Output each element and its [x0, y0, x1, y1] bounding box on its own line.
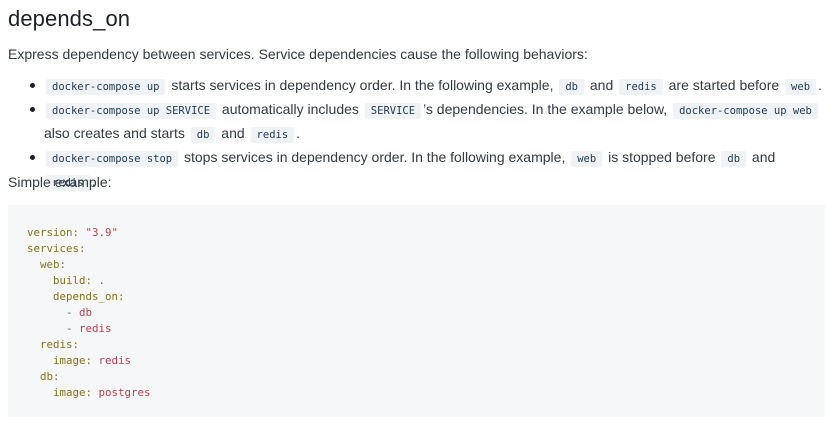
behavior-list: docker-compose up starts services in dep…: [8, 74, 825, 194]
yaml-key: version:: [27, 226, 80, 239]
bullet-text: automatically includes: [218, 101, 363, 117]
yaml-punct: .: [92, 274, 106, 287]
yaml-punct: -: [27, 306, 80, 319]
yaml-key: web:: [40, 258, 67, 271]
yaml-key: build:: [53, 274, 93, 287]
yaml-key: image:: [53, 354, 93, 367]
yaml-key: image:: [53, 386, 93, 399]
code-block: version: "3.9" services: web: build: . d…: [8, 205, 825, 417]
bullet-text: are started before: [664, 77, 784, 93]
inline-code: db: [190, 127, 216, 143]
list-item: docker-compose up SERVICE automatically …: [8, 98, 825, 146]
bullet-text: also creates and starts: [44, 125, 189, 141]
list-item: docker-compose up starts services in dep…: [8, 74, 825, 98]
inline-code: web: [785, 79, 817, 95]
bullet-text: starts services in dependency order. In …: [167, 77, 558, 93]
example-label: Simple example:: [8, 174, 112, 190]
yaml-punct: -: [27, 322, 80, 335]
inline-code: SERVICE: [364, 103, 422, 119]
bullet-text: and: [217, 125, 249, 141]
inline-code: docker-compose up: [46, 79, 166, 95]
bullet-text: and: [748, 149, 776, 165]
inline-code: db: [721, 151, 747, 167]
yaml-value: postgres: [98, 386, 151, 399]
yaml-key: depends_on:: [53, 290, 125, 303]
code-content: version: "3.9" services: web: build: . d…: [27, 226, 151, 399]
bullet-text: and: [586, 77, 618, 93]
bullet-text: ’s dependencies. In the example below,: [423, 101, 672, 117]
inline-code: web: [571, 151, 603, 167]
yaml-value: db: [79, 306, 93, 319]
yaml-key: db:: [40, 370, 60, 383]
intro-paragraph: Express dependency between services. Ser…: [8, 46, 588, 62]
inline-code: redis: [619, 79, 663, 95]
bullet-text: .: [296, 125, 301, 141]
yaml-punct: [27, 274, 53, 287]
bullet-text: stops services in dependency order. In t…: [180, 149, 570, 165]
yaml-punct: [27, 354, 53, 367]
yaml-punct: [27, 338, 40, 351]
yaml-punct: [27, 370, 40, 383]
yaml-value: redis: [98, 354, 132, 367]
bullet-text: is stopped before: [604, 149, 720, 165]
yaml-punct: [27, 258, 40, 271]
inline-code: docker-compose up SERVICE: [46, 103, 217, 119]
yaml-key: services:: [27, 242, 86, 255]
inline-code: docker-compose up web: [673, 103, 818, 119]
inline-code: docker-compose stop: [46, 151, 179, 167]
bullet-text: .: [818, 77, 822, 93]
inline-code: redis: [250, 127, 295, 143]
yaml-punct: [27, 290, 53, 303]
yaml-punct: [27, 386, 53, 399]
list-item: docker-compose stop stops services in de…: [8, 146, 825, 194]
yaml-value: "3.9": [85, 226, 119, 239]
yaml-value: redis: [79, 322, 112, 335]
yaml-key: redis:: [40, 338, 80, 351]
inline-code: db: [559, 79, 584, 95]
section-heading: depends_on: [8, 6, 131, 31]
